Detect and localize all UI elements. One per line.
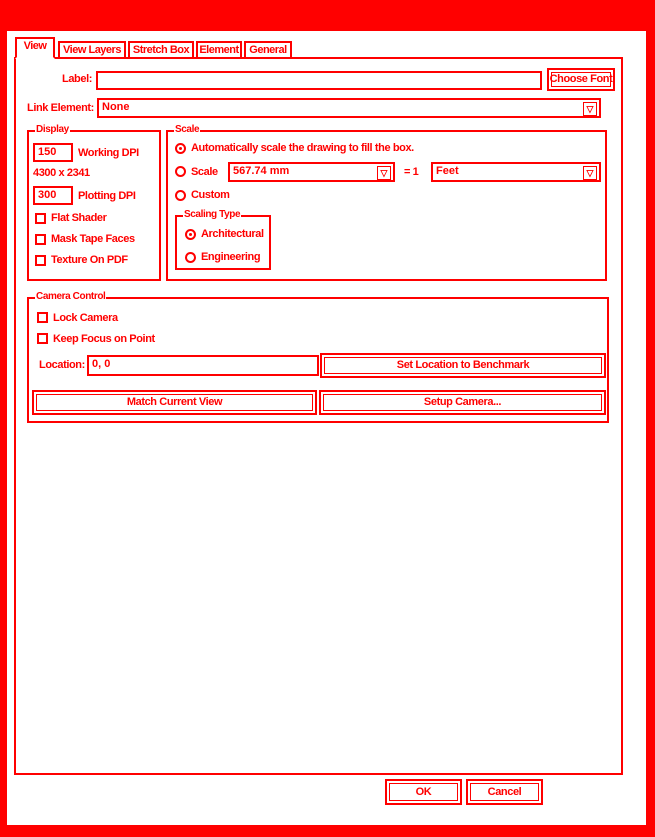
ok-label: OK — [415, 786, 432, 798]
auto-scale-radio[interactable] — [175, 143, 186, 154]
location-input[interactable]: 0, 0 — [87, 355, 319, 376]
chevron-down-icon[interactable]: ▽ — [377, 166, 391, 180]
texture-on-pdf-checkbox[interactable] — [35, 255, 46, 266]
window-frame-bottom — [0, 826, 655, 837]
lock-camera-label[interactable]: Lock Camera — [53, 312, 118, 324]
chevron-down-icon[interactable]: ▽ — [583, 166, 597, 180]
setup-camera-label: Setup Camera... — [423, 396, 502, 408]
set-location-button[interactable]: Set Location to Benchmark — [320, 353, 606, 378]
engineering-radio[interactable] — [185, 252, 196, 263]
scale-radio[interactable] — [175, 166, 186, 177]
scale-unit-select[interactable]: Feet ▽ — [431, 162, 601, 182]
camera-control-legend: Camera Control — [35, 291, 107, 302]
lock-camera-checkbox[interactable] — [37, 312, 48, 323]
architectural-radio[interactable] — [185, 229, 196, 240]
keep-focus-label[interactable]: Keep Focus on Point — [53, 333, 155, 345]
scale-unit-text: Feet — [436, 165, 459, 177]
set-location-label: Set Location to Benchmark — [396, 359, 530, 371]
tab-view[interactable]: View — [15, 37, 55, 59]
flat-shader-label[interactable]: Flat Shader — [51, 212, 107, 224]
ok-button[interactable]: OK — [385, 779, 462, 805]
link-element-select[interactable]: None ▽ — [97, 98, 601, 118]
scale-radio-label[interactable]: Scale — [191, 166, 218, 178]
scale-value-select[interactable]: 567.74 mm ▽ — [228, 162, 395, 182]
window-titlebar[interactable] — [0, 0, 655, 30]
custom-scale-label[interactable]: Custom — [191, 189, 230, 201]
match-current-view-button[interactable]: Match Current View — [32, 390, 317, 415]
scale-value-text: 567.74 mm — [233, 165, 290, 177]
chevron-down-icon[interactable]: ▽ — [583, 102, 597, 116]
auto-scale-label[interactable]: Automatically scale the drawing to fill … — [191, 142, 414, 154]
choose-font-button[interactable]: Choose Font — [547, 68, 615, 91]
link-element-label: Link Element: — [27, 102, 94, 114]
working-dpi-label: Working DPI — [78, 147, 139, 159]
match-current-view-label: Match Current View — [126, 396, 223, 408]
resolution-readout: 4300 x 2341 — [33, 167, 90, 179]
label-field-label: Label: — [62, 73, 92, 85]
cancel-button[interactable]: Cancel — [466, 779, 543, 805]
flat-shader-checkbox[interactable] — [35, 213, 46, 224]
texture-on-pdf-label[interactable]: Texture On PDF — [51, 254, 128, 266]
scaling-type-legend: Scaling Type — [183, 209, 242, 220]
setup-camera-button[interactable]: Setup Camera... — [319, 390, 606, 415]
plotting-dpi-label: Plotting DPI — [78, 190, 136, 202]
custom-scale-radio[interactable] — [175, 190, 186, 201]
window-frame-right — [647, 30, 655, 837]
display-legend: Display — [35, 124, 70, 135]
scale-legend: Scale — [174, 124, 201, 135]
scale-equals-label: = 1 — [404, 166, 419, 178]
choose-font-label: Choose Font — [549, 73, 613, 85]
cancel-label: Cancel — [487, 786, 522, 798]
location-label: Location: — [39, 359, 85, 371]
architectural-label[interactable]: Architectural — [201, 228, 264, 240]
link-element-value: None — [102, 101, 130, 113]
label-input[interactable] — [96, 71, 542, 90]
plotting-dpi-input[interactable]: 300 — [33, 186, 73, 205]
keep-focus-checkbox[interactable] — [37, 333, 48, 344]
engineering-label[interactable]: Engineering — [201, 251, 261, 263]
mask-tape-faces-checkbox[interactable] — [35, 234, 46, 245]
mask-tape-faces-label[interactable]: Mask Tape Faces — [51, 233, 135, 245]
working-dpi-input[interactable]: 150 — [33, 143, 73, 162]
